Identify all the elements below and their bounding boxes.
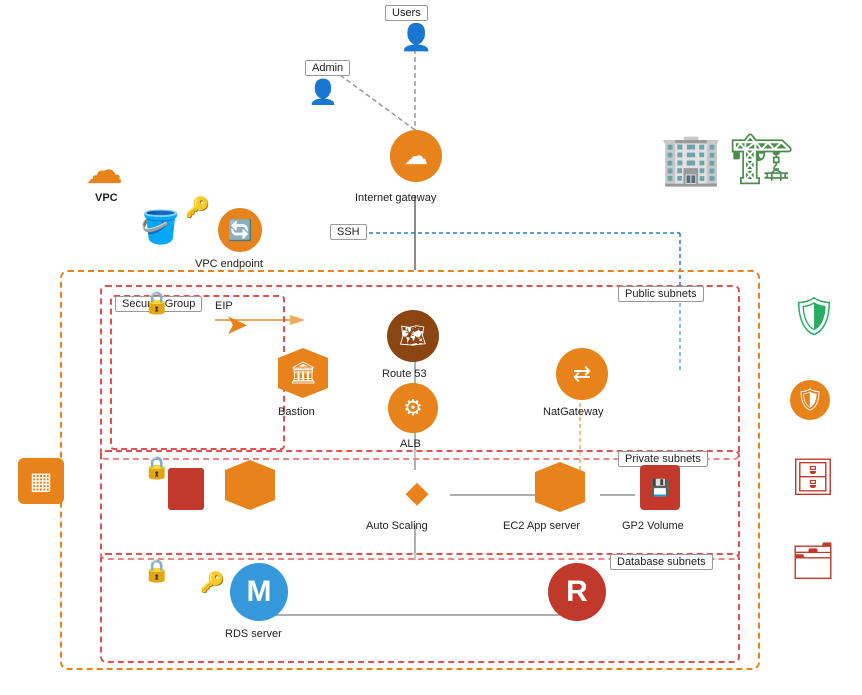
key-icon-vpc: 🔑 [185,195,210,220]
vpc-endpoint-icon: 🔄 [218,208,262,252]
building-icon-1: 🏢 [660,130,722,189]
stack-icon: 🗂 [790,540,836,582]
rds-server-label: RDS server [225,628,282,640]
users-icon: 👤 [400,22,432,53]
building-icon-2: 🏗 [730,130,793,189]
public-subnets-label: Public subnets [618,286,704,302]
ec2-app-server-label: EC2 App server [503,520,580,532]
aws-private-icon [225,460,275,510]
redis-icon: R [548,563,606,621]
lock-icon-public: 🔒 [143,290,170,316]
internet-gateway-icon: ☁ [390,130,442,182]
green-shield-icon: 🛡 [790,295,838,339]
route53-icon: 🗺 [387,310,439,362]
gp2-volume-icon: 💾 [640,465,680,510]
mongodb-icon: M [230,563,288,621]
admin-icon: 👤 [308,78,338,107]
internet-gateway-label: Internet gateway [355,192,436,204]
lock-icon-private: 🔒 [143,455,170,481]
red-db-icon: 🗄 [790,456,836,498]
private-task-icon [168,468,204,510]
vpc-cloud-icon: ☁ [85,148,123,193]
database-subnets-label: Database subnets [610,554,713,570]
route53-label: Route 53 [382,368,427,380]
bastion-label: Bastion [278,406,315,418]
security-group-box [110,295,285,450]
vpc-endpoint-label: VPC endpoint [195,258,263,270]
orange-shield-icon: 🛡 [790,380,830,420]
grid-icon: ▦ [18,458,64,504]
alb-label: ALB [400,438,421,450]
nat-gateway-label: NatGateway [543,406,604,418]
auto-scaling-label: Auto Scaling [366,520,428,532]
ec2-app-server-icon [535,462,585,512]
lock-icon-db: 🔒 [143,558,170,584]
gp2-volume-label: GP2 Volume [622,520,684,532]
architecture-diagram: Users 👤 Admin 👤 ☁ Internet gateway ☁ VPC… [0,0,862,695]
nat-gateway-icon: ⇄ [556,348,608,400]
alb-icon: ⚙ [388,383,438,433]
ssh-label: SSH [330,224,367,240]
key-icon-db: 🔑 [200,570,225,595]
vpc-label: VPC [95,192,118,204]
eip-arrow-icon: ➤ [225,308,248,341]
users-label: Users [385,5,428,21]
bastion-icon-inner: 🏛 [278,348,328,398]
admin-label: Admin [305,60,350,76]
firewall-icon: 🪣 [140,208,180,246]
auto-scaling-icon: ◆ [395,470,439,514]
